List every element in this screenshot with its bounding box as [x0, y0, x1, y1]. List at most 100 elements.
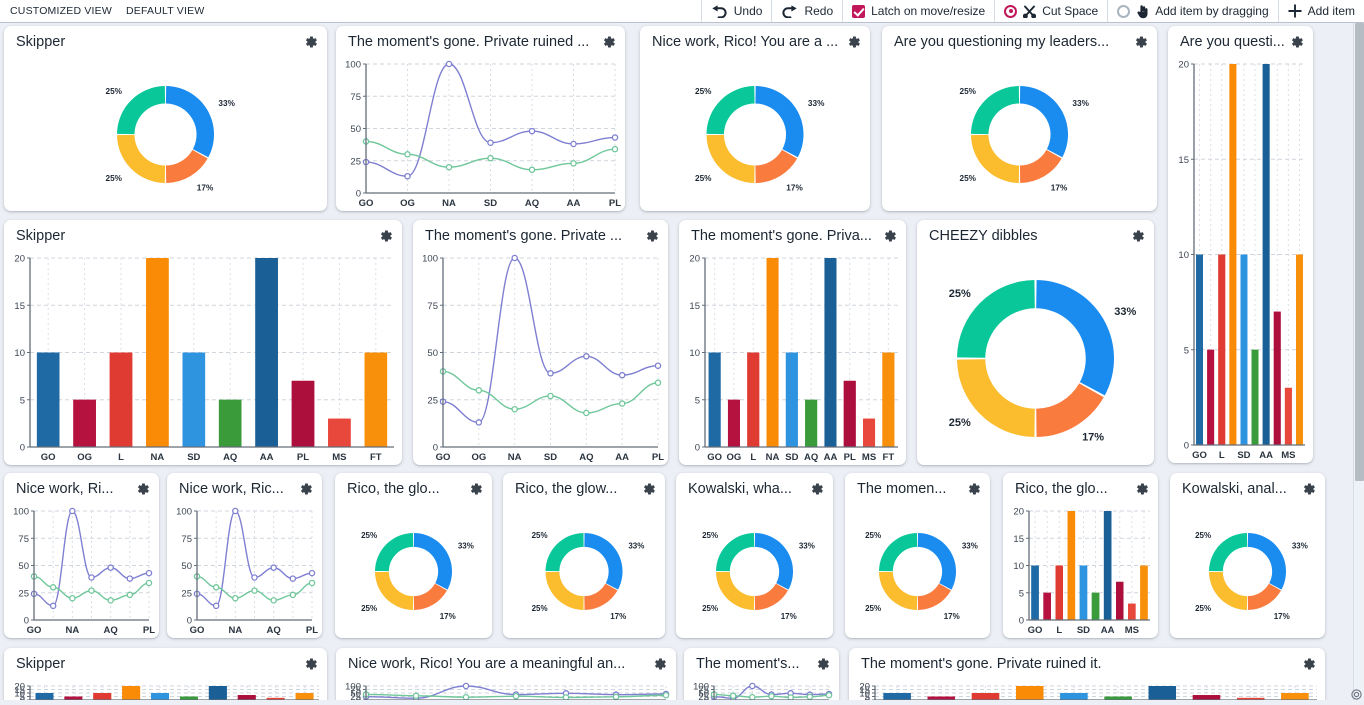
dashboard-card[interactable]: Skipper33%17%25%25%: [4, 26, 327, 211]
gear-icon[interactable]: [967, 482, 981, 496]
svg-text:AA: AA: [824, 452, 838, 463]
undo-arrow-icon: [711, 5, 728, 18]
dashboard-card[interactable]: Rico, the glow...33%17%25%25%: [503, 473, 665, 638]
svg-text:75: 75: [427, 301, 438, 312]
dashboard-card[interactable]: Rico, the glo...05101520GOLSDAAMS: [1003, 473, 1158, 638]
svg-text:10: 10: [1178, 250, 1189, 261]
svg-text:GO: GO: [1192, 450, 1207, 461]
latch-on-move-resize-toggle[interactable]: Latch on move/resize: [842, 0, 994, 22]
gear-icon[interactable]: [645, 229, 659, 243]
svg-text:33%: 33%: [808, 99, 825, 108]
view-tabs: CUSTOMIZED VIEW DEFAULT VIEW: [0, 0, 204, 22]
gear-icon[interactable]: [602, 35, 616, 49]
svg-text:AQ: AQ: [804, 452, 818, 463]
add-item-button[interactable]: Add item: [1278, 0, 1364, 22]
dashboard-card[interactable]: The moment's...0255075100GONAAQPL: [684, 648, 839, 700]
svg-text:17%: 17%: [610, 612, 626, 621]
svg-text:25%: 25%: [106, 174, 123, 183]
svg-text:AA: AA: [260, 452, 274, 463]
checkbox-checked-icon[interactable]: [852, 5, 865, 18]
svg-text:SD: SD: [1077, 625, 1090, 636]
svg-text:0: 0: [695, 443, 700, 454]
redo-button[interactable]: Redo: [771, 0, 842, 22]
add-by-dragging-label: Add item by dragging: [1155, 4, 1268, 18]
gear-icon[interactable]: [816, 657, 830, 671]
dashboard-card[interactable]: The moment's gone. Private ruined it.051…: [849, 648, 1325, 700]
dashboard-card[interactable]: The moment's gone. Priva...05101520GOOGL…: [679, 220, 906, 465]
dashboard-card[interactable]: Are you questioning my leaders...33%17%2…: [882, 26, 1157, 211]
svg-text:NA: NA: [65, 625, 79, 636]
gear-icon[interactable]: [299, 482, 313, 496]
svg-text:25%: 25%: [1195, 531, 1211, 540]
gear-icon[interactable]: [304, 35, 318, 49]
dashboard-card[interactable]: Kowalski, anal...33%17%25%25%: [1170, 473, 1325, 638]
gear-icon[interactable]: [1290, 35, 1304, 49]
dashboard-card[interactable]: The moment's gone. Private ...0255075100…: [413, 220, 668, 465]
svg-text:75: 75: [181, 534, 192, 545]
undo-button[interactable]: Undo: [701, 0, 772, 22]
toolbar-actions: Undo Redo Latch on move/resize: [701, 0, 1364, 22]
gear-icon[interactable]: [469, 482, 483, 496]
dashboard-card[interactable]: Skipper05101520GOOGLNASDAQAAPLMSFT: [4, 220, 402, 465]
gear-icon[interactable]: [1135, 482, 1149, 496]
svg-text:L: L: [1219, 450, 1225, 461]
dashboard-card[interactable]: The moment's gone. Private ruined ...025…: [336, 26, 625, 211]
radio-selected-icon[interactable]: [1004, 5, 1017, 18]
gear-icon[interactable]: [653, 657, 667, 671]
gear-icon[interactable]: [883, 229, 897, 243]
dashboard-card[interactable]: Kowalski, wha...33%17%25%25%: [676, 473, 833, 638]
svg-text:15: 15: [689, 301, 700, 312]
dashboard-card[interactable]: Rico, the glo...33%17%25%25%: [335, 473, 492, 638]
dashboard-card[interactable]: CHEEZY dibbles33%17%25%25%: [917, 220, 1154, 465]
gear-icon[interactable]: [1302, 482, 1316, 496]
svg-text:33%: 33%: [1292, 541, 1308, 550]
svg-text:17%: 17%: [1274, 612, 1290, 621]
line-chart: 0255075100GONAAQPL: [167, 501, 322, 638]
dashboard-card[interactable]: Nice work, Rico! You are a ...33%17%25%2…: [640, 26, 870, 211]
gear-icon[interactable]: [810, 482, 824, 496]
card-title: The momen...: [857, 481, 946, 497]
donut-chart: 33%17%25%25%: [335, 501, 492, 638]
dashboard-card[interactable]: Are you questi...05101520GOLSDAAMS: [1168, 26, 1313, 463]
tab-default-view[interactable]: DEFAULT VIEW: [126, 5, 204, 17]
gear-icon[interactable]: [847, 35, 861, 49]
cut-space-option[interactable]: Cut Space: [994, 0, 1107, 22]
gear-icon[interactable]: [379, 229, 393, 243]
gear-icon[interactable]: [136, 482, 150, 496]
gear-icon[interactable]: [1131, 229, 1145, 243]
tab-customized-view[interactable]: CUSTOMIZED VIEW: [10, 5, 112, 17]
hand-drag-icon: [1136, 4, 1149, 19]
add-item-by-dragging-option[interactable]: Add item by dragging: [1107, 0, 1277, 22]
dashboard-card[interactable]: Skipper05101520GOOGLNASDAQAAPLMSFT: [4, 648, 327, 700]
svg-text:L: L: [1056, 625, 1062, 636]
undo-label: Undo: [734, 4, 763, 18]
svg-text:AQ: AQ: [267, 625, 281, 636]
svg-text:AQ: AQ: [525, 198, 539, 209]
radio-unselected-icon[interactable]: [1117, 5, 1130, 18]
card-title: The moment's gone. Private ruined ...: [348, 34, 589, 50]
svg-text:SD: SD: [1237, 450, 1250, 461]
add-item-label: Add item: [1308, 4, 1355, 18]
dashboard-card[interactable]: The momen...33%17%25%25%: [845, 473, 990, 638]
svg-text:L: L: [750, 452, 756, 463]
redo-arrow-icon: [781, 5, 798, 18]
svg-text:PL: PL: [844, 452, 856, 463]
svg-text:OG: OG: [77, 452, 92, 463]
card-title: CHEEZY dibbles: [929, 228, 1038, 244]
dashboard-card[interactable]: Nice work, Rico! You are a meaningful an…: [336, 648, 676, 700]
scrollbar-thumb[interactable]: [1355, 23, 1364, 481]
gear-icon[interactable]: [304, 657, 318, 671]
dashboard-card[interactable]: Nice work, Ric...0255075100GONAAQPL: [167, 473, 322, 638]
dashboard-card[interactable]: Nice work, Ri...0255075100GONAAQPL: [4, 473, 159, 638]
svg-text:GO: GO: [436, 452, 451, 463]
svg-text:GO: GO: [27, 625, 42, 636]
gear-icon[interactable]: [1134, 35, 1148, 49]
svg-text:25%: 25%: [949, 417, 971, 429]
gear-icon[interactable]: [642, 482, 656, 496]
svg-text:AA: AA: [1259, 450, 1273, 461]
gear-icon[interactable]: [1302, 657, 1316, 671]
card-title: Rico, the glo...: [1015, 481, 1108, 497]
resize-grip-icon[interactable]: [1351, 687, 1362, 698]
vertical-scrollbar[interactable]: [1353, 23, 1364, 700]
svg-text:AQ: AQ: [223, 452, 237, 463]
